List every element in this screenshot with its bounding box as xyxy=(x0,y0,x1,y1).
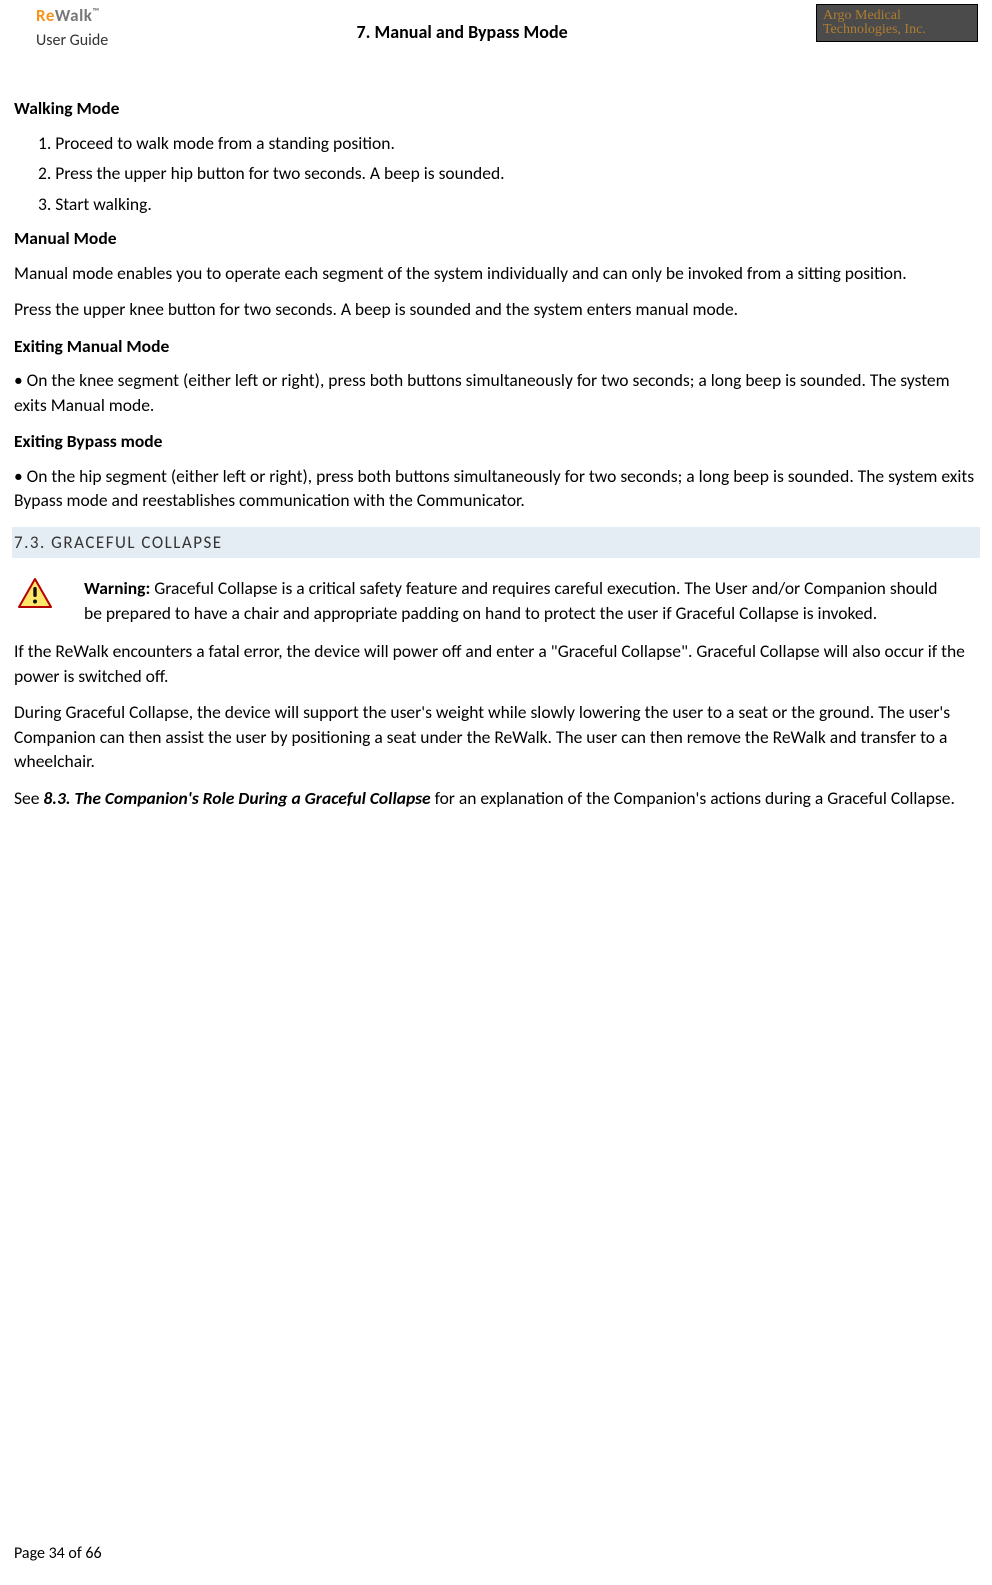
company-badge: Argo Medical Technologies, Inc. xyxy=(816,4,978,42)
exiting-manual-p1: • On the knee segment (either left or ri… xyxy=(14,368,978,417)
section-bar: 7.3. GRACEFUL COLLAPSE xyxy=(12,527,980,559)
graceful-p1: If the ReWalk encounters a fatal error, … xyxy=(14,639,978,688)
warning-block: Warning: Graceful Collapse is a critical… xyxy=(14,576,978,625)
manual-mode-p2: Press the upper knee button for two seco… xyxy=(14,297,978,322)
manual-mode-p1: Manual mode enables you to operate each … xyxy=(14,261,978,286)
graceful-see: See 8.3. The Companion's Role During a G… xyxy=(14,786,978,811)
warning-label: Warning: xyxy=(84,577,154,599)
warning-body: Graceful Collapse is a critical safety f… xyxy=(84,577,938,624)
page-footer: Page 34 of 66 xyxy=(14,1543,102,1565)
cross-reference: 8.3. The Companion's Role During a Grace… xyxy=(43,787,430,809)
walking-mode-steps: 1. Proceed to walk mode from a standing … xyxy=(14,131,978,217)
body-content: Walking Mode 1. Proceed to walk mode fro… xyxy=(14,72,978,810)
list-item: 2. Press the upper hip button for two se… xyxy=(14,161,978,186)
header-left: ReWalk™ User Guide xyxy=(14,4,108,52)
walking-mode-heading: Walking Mode xyxy=(14,96,978,121)
see-prefix: See xyxy=(14,787,43,809)
logo-re: Re xyxy=(36,5,55,26)
company-name-bottom: Technologies, Inc. xyxy=(823,20,926,40)
exiting-bypass-p1: • On the hip segment (either left or rig… xyxy=(14,464,978,513)
list-item: 1. Proceed to walk mode from a standing … xyxy=(14,131,978,156)
page-header: ReWalk™ User Guide 7. Manual and Bypass … xyxy=(14,0,978,72)
graceful-p2: During Graceful Collapse, the device wil… xyxy=(14,700,978,774)
exiting-manual-heading: Exiting Manual Mode xyxy=(14,334,978,359)
warning-text: Warning: Graceful Collapse is a critical… xyxy=(56,576,978,625)
logo-tm: ™ xyxy=(92,5,99,17)
manual-mode-heading: Manual Mode xyxy=(14,226,978,251)
warning-icon xyxy=(14,576,56,608)
logo-walk: Walk xyxy=(55,5,93,26)
list-item: 3. Start walking. xyxy=(14,192,978,217)
chapter-title: 7. Manual and Bypass Mode xyxy=(357,4,568,45)
logo: ReWalk™ xyxy=(36,4,108,28)
see-suffix: for an explanation of the Companion's ac… xyxy=(431,787,955,809)
exiting-bypass-heading: Exiting Bypass mode xyxy=(14,429,978,454)
user-guide-label: User Guide xyxy=(36,28,108,52)
